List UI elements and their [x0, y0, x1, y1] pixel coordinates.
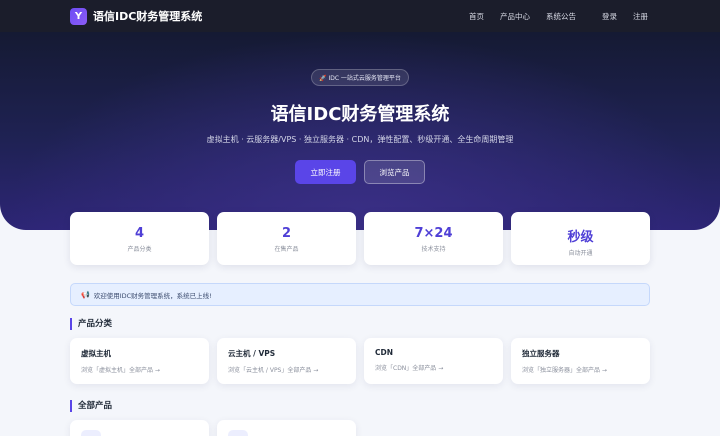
stat-value: 7×24 — [414, 226, 453, 241]
category-link[interactable]: 浏览「云主机 / VPS」全部产品 → — [228, 365, 345, 374]
brand-name[interactable]: 语信IDC财务管理系统 — [93, 8, 202, 24]
stat-card-products: 2 在售产品 — [217, 212, 356, 265]
stat-card-support: 7×24 技术支持 — [364, 212, 503, 265]
nav-link-login[interactable]: 登录 — [602, 11, 617, 22]
stat-card-categories: 4 产品分类 — [70, 212, 209, 265]
nav-links: 首页 产品中心 系统公告 登录 注册 — [453, 0, 648, 32]
category-card-cdn[interactable]: CDN 浏览「CDN」全部产品 → — [364, 338, 503, 384]
nav-link-home[interactable]: 首页 — [469, 11, 484, 22]
category-name: CDN — [375, 348, 394, 357]
megaphone-icon: 📢 — [81, 290, 90, 299]
stat-card-activation: 秒级 自动开通 — [511, 212, 650, 265]
category-name: 独立服务器 — [522, 349, 560, 358]
category-link[interactable]: 浏览「虚拟主机」全部产品 → — [81, 365, 198, 374]
product-card[interactable] — [217, 420, 356, 436]
top-navbar: Y 语信IDC财务管理系统 首页 产品中心 系统公告 登录 注册 — [0, 0, 720, 32]
stat-label: 在售产品 — [274, 246, 299, 253]
product-icon — [81, 430, 101, 436]
category-card-dedicated-server[interactable]: 独立服务器 浏览「独立服务器」全部产品 → — [511, 338, 650, 384]
category-link[interactable]: 浏览「CDN」全部产品 → — [375, 363, 492, 372]
nav-link-announcements[interactable]: 系统公告 — [546, 11, 576, 22]
category-card-vps[interactable]: 云主机 / VPS 浏览「云主机 / VPS」全部产品 → — [217, 338, 356, 384]
logo-icon[interactable]: Y — [70, 7, 87, 25]
announcement-banner[interactable]: 📢 欢迎使用IDC财务管理系统，系统已上线! — [70, 283, 650, 306]
section-title-all-products: 全部产品 — [70, 400, 112, 412]
category-name: 云主机 / VPS — [228, 349, 276, 358]
stat-value: 秒级 — [567, 230, 594, 245]
stat-label: 自动开通 — [568, 250, 593, 257]
browse-products-button[interactable]: 浏览产品 — [364, 160, 425, 184]
nav-link-products[interactable]: 产品中心 — [500, 11, 530, 22]
hero-title: 语信IDC财务管理系统 — [270, 104, 450, 125]
stat-value: 4 — [134, 226, 145, 241]
hero-badge: 🚀 IDC 一站式云服务管理平台 — [311, 69, 409, 86]
hero-banner: 🚀 IDC 一站式云服务管理平台 语信IDC财务管理系统 虚拟主机 · 云服务器… — [0, 32, 720, 230]
category-link[interactable]: 浏览「独立服务器」全部产品 → — [522, 365, 639, 374]
hero-subtitle: 虚拟主机 · 云服务器/VPS · 独立服务器 · CDN，弹性配置、秒级开通、… — [206, 135, 514, 144]
stat-label: 技术支持 — [421, 246, 446, 253]
stat-value: 2 — [281, 226, 292, 241]
nav-link-register[interactable]: 注册 — [633, 11, 648, 22]
product-card[interactable] — [70, 420, 209, 436]
product-icon — [228, 430, 248, 436]
register-button[interactable]: 立即注册 — [295, 160, 356, 184]
section-title-categories: 产品分类 — [70, 318, 112, 330]
stat-label: 产品分类 — [127, 246, 152, 253]
category-card-virtual-host[interactable]: 虚拟主机 浏览「虚拟主机」全部产品 → — [70, 338, 209, 384]
category-name: 虚拟主机 — [81, 349, 111, 358]
announcement-text: 欢迎使用IDC财务管理系统，系统已上线! — [93, 291, 212, 300]
